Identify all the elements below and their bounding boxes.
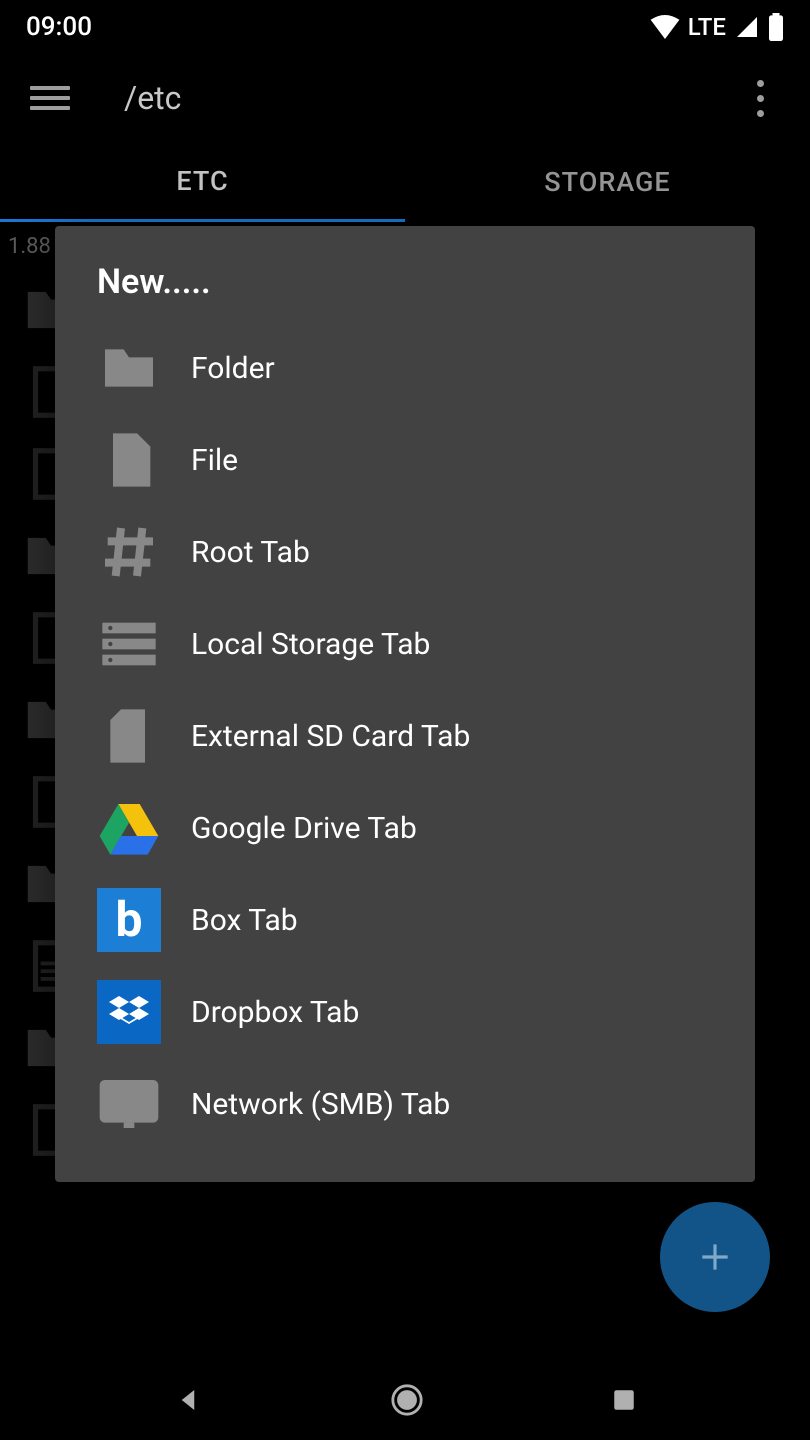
box-icon: b (97, 888, 161, 952)
menu-label: Dropbox Tab (191, 995, 359, 1030)
dropbox-icon (97, 980, 161, 1044)
smb-icon (97, 1072, 161, 1136)
app-bar: /etc (0, 54, 810, 142)
tabs: ETC STORAGE (0, 142, 810, 222)
menu-label: File (191, 443, 238, 478)
gdrive-icon (97, 796, 161, 860)
menu-item-sd[interactable]: External SD Card Tab (55, 690, 755, 782)
back-icon[interactable] (173, 1385, 203, 1415)
recents-icon[interactable] (611, 1387, 637, 1413)
folder-icon (97, 336, 161, 400)
menu-item-gdrive[interactable]: Google Drive Tab (55, 782, 755, 874)
network-label: LTE (688, 13, 726, 41)
status-time: 09:00 (26, 12, 92, 42)
tab-storage[interactable]: STORAGE (405, 142, 810, 222)
menu-item-hash[interactable]: Root Tab (55, 506, 755, 598)
dialog-title: New..... (55, 262, 755, 322)
menu-label: Root Tab (191, 535, 310, 570)
file-icon (97, 428, 161, 492)
tab-etc[interactable]: ETC (0, 142, 405, 222)
menu-item-folder[interactable]: Folder (55, 322, 755, 414)
fab-add[interactable] (660, 1202, 770, 1312)
menu-item-file[interactable]: File (55, 414, 755, 506)
battery-icon (768, 13, 784, 41)
status-bar: 09:00 LTE (0, 0, 810, 54)
menu-item-box[interactable]: b Box Tab (55, 874, 755, 966)
menu-item-smb[interactable]: Network (SMB) Tab (55, 1058, 755, 1150)
menu-label: Folder (191, 351, 275, 386)
storage-icon (97, 612, 161, 676)
menu-label: Network (SMB) Tab (191, 1087, 450, 1122)
more-icon[interactable] (740, 78, 780, 118)
home-icon[interactable] (390, 1383, 424, 1417)
plus-icon (696, 1238, 734, 1276)
hash-icon (97, 520, 161, 584)
menu-label: Box Tab (191, 903, 298, 938)
menu-label: Google Drive Tab (191, 811, 417, 846)
svg-text:b: b (116, 891, 143, 948)
new-dialog: New..... Folder File Root Tab Local Stor… (55, 226, 755, 1182)
wifi-icon (650, 15, 680, 39)
menu-item-storage[interactable]: Local Storage Tab (55, 598, 755, 690)
nav-bar (0, 1360, 810, 1440)
menu-item-dropbox[interactable]: Dropbox Tab (55, 966, 755, 1058)
signal-icon (734, 15, 760, 39)
path-breadcrumb[interactable]: /etc (124, 79, 740, 117)
sd-icon (97, 704, 161, 768)
menu-label: Local Storage Tab (191, 627, 430, 662)
status-right: LTE (650, 13, 784, 41)
menu-label: External SD Card Tab (191, 719, 470, 754)
hamburger-icon[interactable] (30, 80, 70, 116)
